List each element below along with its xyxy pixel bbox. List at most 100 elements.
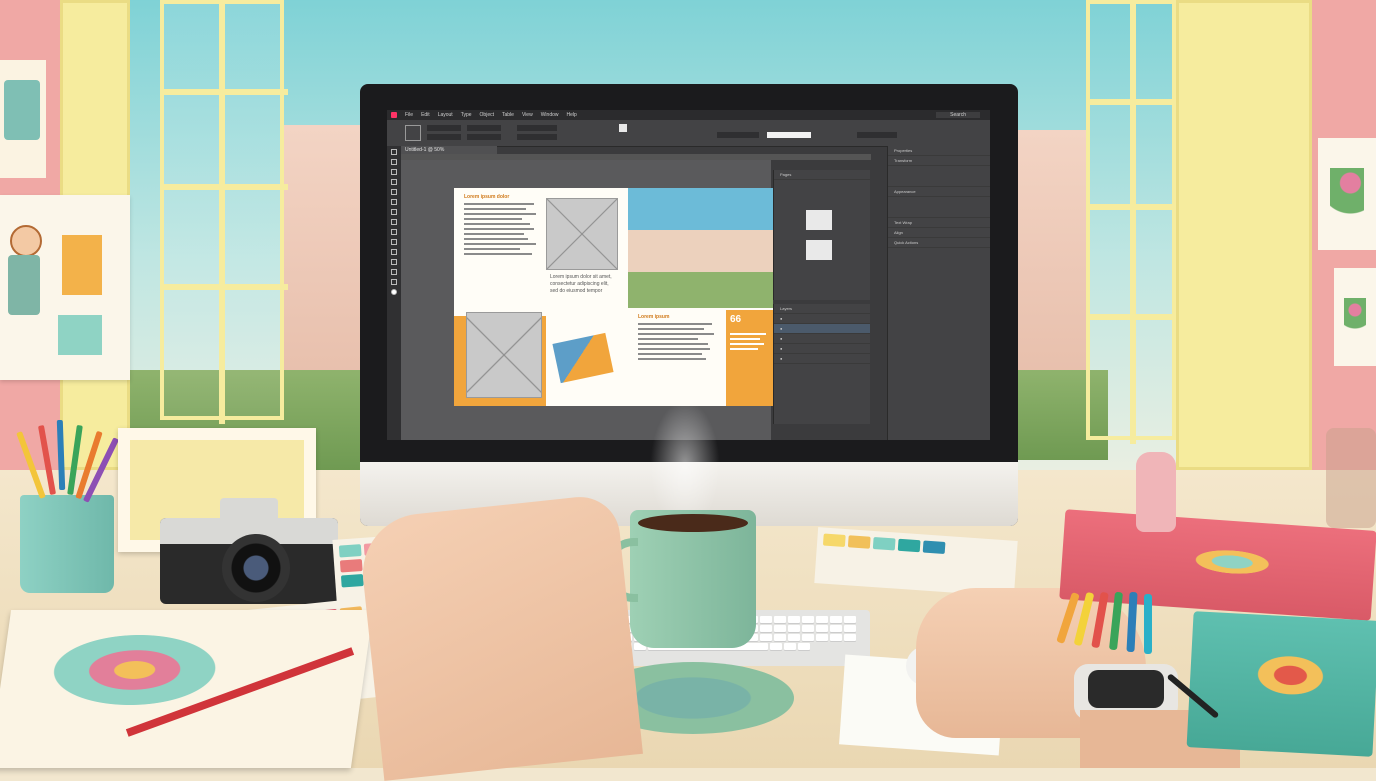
direct-select-tool-icon[interactable] [391,159,397,165]
menu-type[interactable]: Type [461,112,472,118]
page-thumb-2[interactable] [806,240,832,260]
llama-figurine [1136,452,1176,532]
notebook-teal [1186,611,1376,757]
stroke-weight-field[interactable] [717,132,759,138]
marker [1144,594,1152,654]
right-text-column[interactable]: Lorem ipsum [638,314,718,404]
right-page[interactable]: Lorem ipsum 66 [628,188,773,406]
menu-bar: File Edit Layout Type Object Table View … [387,110,990,120]
coffee-mug [630,510,756,648]
page-tool-icon[interactable] [391,169,397,175]
appearance-fields[interactable] [888,197,990,218]
eye-icon[interactable]: ● [780,326,782,331]
left-hand [357,493,643,781]
pencil-tool-icon[interactable] [391,209,397,215]
menu-help[interactable]: Help [567,112,577,118]
layer-row[interactable]: ● [774,314,870,324]
quick-actions-section[interactable]: Quick Actions [888,238,990,248]
left-text-column[interactable]: Lorem ipsum dolor [464,194,542,304]
watch-face [1088,670,1164,708]
menu-edit[interactable]: Edit [421,112,430,118]
pages-panel-title[interactable]: Pages [774,170,870,180]
rotate-field[interactable] [517,125,557,131]
pen-tool-icon[interactable] [391,199,397,205]
move-tool-icon[interactable] [391,149,397,155]
page-thumb-1[interactable] [806,210,832,230]
eye-icon[interactable]: ● [780,346,782,351]
coffee-surface [638,514,748,532]
opacity-field[interactable] [857,132,897,138]
image-placeholder-bottom[interactable] [466,312,542,398]
rectangle-tool-icon[interactable] [391,229,397,235]
quote-mark: 66 [730,314,742,325]
menu-layout[interactable]: Layout [438,112,453,118]
left-building [280,125,362,375]
properties-panel-title[interactable]: Properties [888,146,990,156]
glass-jar [1326,428,1376,528]
layer-row[interactable]: ● [774,334,870,344]
eyedropper-tool-icon[interactable] [391,259,397,265]
left-page[interactable]: Lorem ipsum dolor Lorem ipsum dolor sit … [454,188,628,406]
hand-tool-icon[interactable] [391,269,397,275]
postcard-graphic[interactable] [552,332,614,384]
eye-icon[interactable]: ● [780,316,782,321]
right-page-heading: Lorem ipsum [638,314,670,320]
hero-photo[interactable] [628,188,773,308]
rectangle-frame-tool-icon[interactable] [391,219,397,225]
shear-field[interactable] [517,134,557,140]
properties-panel: Properties Transform Appearance Text Wra… [887,146,990,440]
menu-file[interactable]: File [405,112,413,118]
wall-sketch-small [0,60,46,178]
line-tool-icon[interactable] [391,189,397,195]
wall-sketch-palm [1318,138,1376,250]
sketchbook [0,610,374,768]
pages-panel: Pages [773,170,870,300]
wall-sketch-flowers [1334,268,1376,366]
left-window-panes [160,0,288,424]
workspace-search[interactable]: Search [936,112,980,118]
menu-window[interactable]: Window [541,112,559,118]
align-section[interactable]: Align [888,228,990,238]
y-field[interactable] [427,134,461,140]
transform-section[interactable]: Transform [888,156,990,166]
menu-object[interactable]: Object [480,112,494,118]
fill-swatch[interactable] [619,124,627,132]
left-callout-text[interactable]: Lorem ipsum dolor sit amet, consectetur … [550,274,616,314]
layers-panel-title[interactable]: Layers [774,304,870,314]
layer-row[interactable]: ● [774,354,870,364]
fill-stroke-icon[interactable] [391,289,397,295]
steam [650,400,720,510]
camera-lens [222,534,290,602]
left-page-heading: Lorem ipsum dolor [464,194,510,200]
w-field[interactable] [467,125,501,131]
h-field[interactable] [467,134,501,140]
text-wrap-section[interactable]: Text Wrap [888,218,990,228]
layer-row[interactable]: ● [774,344,870,354]
layer-row[interactable]: ● [774,324,870,334]
right-window-panes [1086,0,1180,444]
menu-table[interactable]: Table [502,112,514,118]
transform-fields[interactable] [888,166,990,187]
zoom-tool-icon[interactable] [391,279,397,285]
control-bar [387,120,990,147]
x-field[interactable] [427,125,461,131]
wall-sketch-character [0,195,130,380]
scissors-tool-icon[interactable] [391,239,397,245]
eye-icon[interactable]: ● [780,336,782,341]
layers-panel: Layers ● ● ● ● ● [773,304,870,424]
stroke-style-dropdown[interactable] [767,132,811,138]
document-tab[interactable]: Untitled-1 @ 50% [401,146,497,154]
tools-panel [387,146,401,440]
gradient-tool-icon[interactable] [391,249,397,255]
right-building [1018,130,1088,370]
appearance-section[interactable]: Appearance [888,187,990,197]
app-logo-icon[interactable] [391,112,397,118]
camera [160,498,338,606]
type-tool-icon[interactable] [391,179,397,185]
menu-view[interactable]: View [522,112,533,118]
quote-box[interactable]: 66 [726,310,773,406]
reference-point-icon[interactable] [405,125,421,141]
pencil-cup [20,495,114,593]
eye-icon[interactable]: ● [780,356,782,361]
image-placeholder-top[interactable] [546,198,618,270]
